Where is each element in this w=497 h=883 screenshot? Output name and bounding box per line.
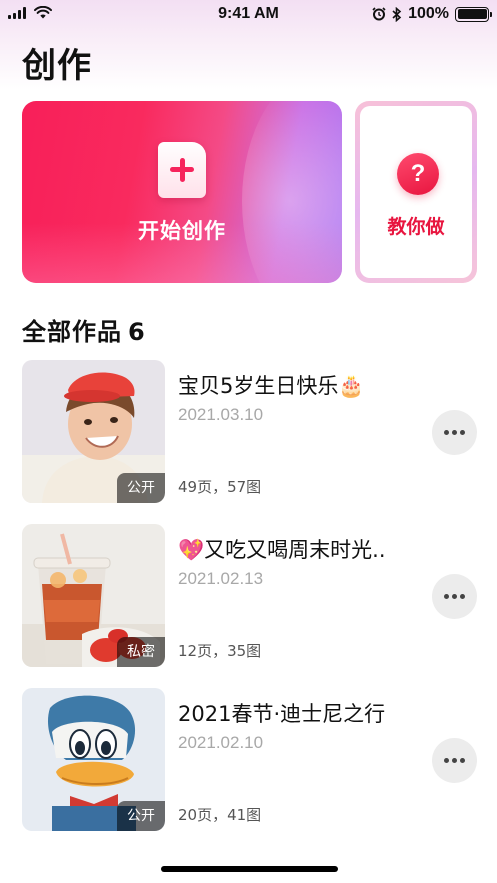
battery-percent: 100% [408, 5, 449, 22]
start-create-card[interactable]: 开始创作 [22, 101, 342, 283]
visibility-badge: 私密 [117, 637, 165, 667]
more-icon [444, 758, 449, 763]
alarm-icon [372, 7, 386, 21]
plus-icon [158, 142, 206, 198]
status-right: 100% [372, 5, 492, 23]
work-meta: 12页，35图 [178, 642, 262, 660]
tutorial-card-inner: ? 教你做 [360, 106, 472, 278]
more-button[interactable] [432, 738, 477, 783]
work-date: 2021.03.10 [178, 405, 264, 424]
more-button[interactable] [432, 410, 477, 455]
visibility-badge: 公开 [117, 473, 165, 503]
work-thumbnail[interactable]: 私密 [22, 524, 165, 667]
work-title[interactable]: 宝贝5岁生日快乐🎂 [178, 370, 365, 400]
all-works-title: 全部作品 [22, 318, 122, 346]
work-item[interactable]: 公开 宝贝5岁生日快乐🎂 2021.03.10 49页，57图 [22, 360, 477, 503]
bluetooth-icon [392, 6, 402, 22]
more-icon [444, 594, 449, 599]
more-button[interactable] [432, 574, 477, 619]
page-title: 创作 [22, 46, 92, 86]
all-works-heading: 全部作品 6 [22, 312, 146, 347]
work-meta: 20页，41图 [178, 806, 262, 824]
visibility-badge: 公开 [117, 801, 165, 831]
work-item[interactable]: 私密 💖又吃又喝周末时光.. 2021.02.13 12页，35图 [22, 524, 477, 667]
work-meta: 49页，57图 [178, 478, 262, 496]
work-item[interactable]: 公开 2021春节·迪士尼之行 2021.02.10 20页，41图 [22, 688, 477, 831]
work-date: 2021.02.13 [178, 569, 264, 588]
tutorial-card[interactable]: ? 教你做 [355, 101, 477, 283]
work-thumbnail[interactable]: 公开 [22, 360, 165, 503]
all-works-count: 6 [128, 318, 146, 346]
start-create-label: 开始创作 [138, 219, 226, 243]
home-indicator[interactable] [161, 866, 338, 872]
status-bar: 9:41 AM 100% [0, 0, 497, 28]
work-title[interactable]: 💖又吃又喝周末时光.. [178, 534, 386, 564]
question-icon: ? [397, 153, 439, 195]
battery-icon [455, 6, 492, 22]
work-title[interactable]: 2021春节·迪士尼之行 [178, 698, 385, 728]
work-date: 2021.02.10 [178, 733, 264, 752]
work-thumbnail[interactable]: 公开 [22, 688, 165, 831]
more-icon [444, 430, 449, 435]
tutorial-label: 教你做 [387, 216, 445, 238]
